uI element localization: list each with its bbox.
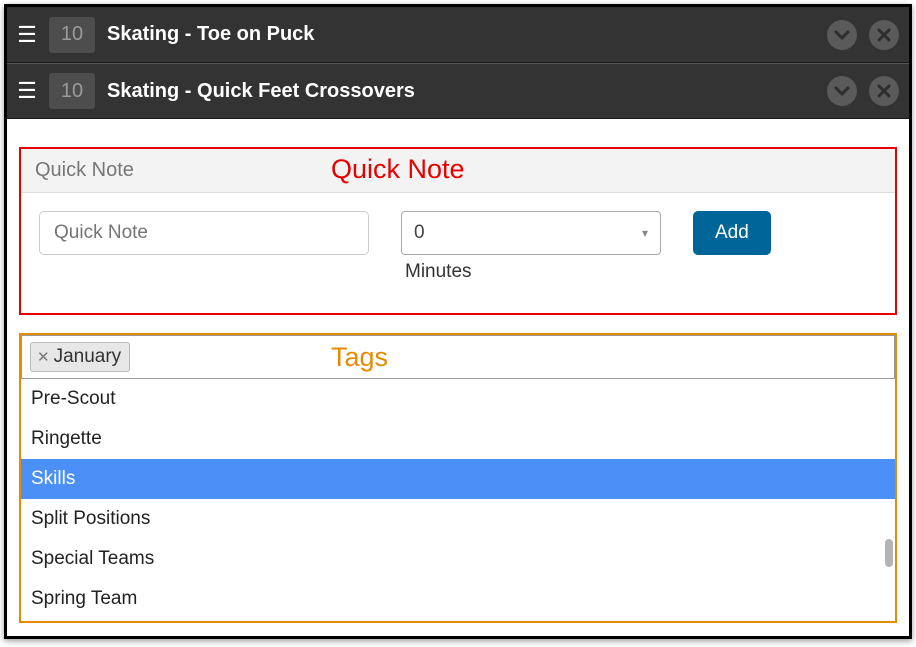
drill-row: ☰ 10 Skating - Quick Feet Crossovers [7, 63, 909, 119]
tag-chip: ✕ January [30, 342, 130, 372]
quick-note-input[interactable] [39, 211, 369, 255]
close-icon [876, 83, 892, 99]
quick-note-body: 0 ▾ Minutes Add [21, 193, 895, 313]
tag-option-skills[interactable]: Skills [21, 459, 895, 499]
drill-title: Skating - Toe on Puck [107, 23, 815, 46]
drag-handle-icon[interactable]: ☰ [17, 80, 37, 102]
tag-option-split-positions[interactable]: Split Positions [21, 499, 895, 539]
quick-note-panel: Quick Note Quick Note 0 ▾ Minutes Add [19, 147, 897, 315]
tag-option-ringette[interactable]: Ringette [21, 419, 895, 459]
tags-panel: Tags ✕ January Pre-Scout Ringette Skills… [19, 333, 897, 623]
minutes-label: Minutes [401, 261, 661, 283]
add-button[interactable]: Add [693, 211, 771, 255]
expand-button[interactable] [827, 20, 857, 50]
tag-option-spring-team[interactable]: Spring Team [21, 579, 895, 615]
remove-button[interactable] [869, 20, 899, 50]
tags-input[interactable]: ✕ January [21, 335, 895, 379]
app-frame: ☰ 10 Skating - Toe on Puck ☰ 10 Skating … [4, 4, 912, 639]
drill-title: Skating - Quick Feet Crossovers [107, 80, 815, 103]
tag-option-special-teams[interactable]: Special Teams [21, 539, 895, 579]
tags-dropdown: Pre-Scout Ringette Skills Split Position… [21, 379, 895, 615]
remove-button[interactable] [869, 76, 899, 106]
minutes-group: 0 ▾ Minutes [401, 211, 661, 283]
caret-down-icon: ▾ [642, 226, 648, 240]
chevron-down-icon [834, 83, 850, 99]
tag-option-pre-scout[interactable]: Pre-Scout [21, 379, 895, 419]
drill-minutes-badge[interactable]: 10 [49, 17, 95, 53]
drag-handle-icon[interactable]: ☰ [17, 24, 37, 46]
remove-tag-icon[interactable]: ✕ [37, 348, 50, 366]
tags-annotation: Tags [331, 342, 388, 373]
chevron-down-icon [834, 27, 850, 43]
minutes-select[interactable]: 0 ▾ [401, 211, 661, 255]
scrollbar-thumb[interactable] [885, 539, 893, 567]
minutes-value: 0 [414, 222, 425, 244]
close-icon [876, 27, 892, 43]
drill-minutes-badge[interactable]: 10 [49, 73, 95, 109]
tag-chip-label: January [54, 346, 122, 368]
drill-row: ☰ 10 Skating - Toe on Puck [7, 7, 909, 63]
expand-button[interactable] [827, 76, 857, 106]
quick-note-annotation: Quick Note [331, 154, 465, 185]
